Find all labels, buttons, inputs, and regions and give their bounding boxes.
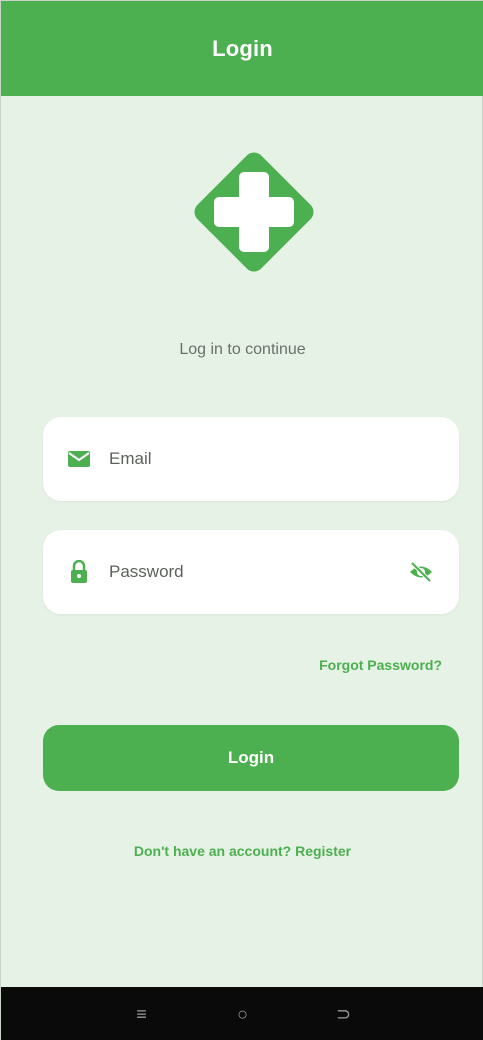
menu-icon[interactable]: ≡ [122,994,162,1034]
back-icon[interactable]: ⊃ [324,994,364,1034]
page-title: Login [212,35,273,61]
email-field[interactable]: Email [43,417,459,501]
login-button[interactable]: Login [43,725,459,791]
login-subtitle: Log in to continue [179,341,306,358]
mail-icon [67,447,91,471]
app-bar: Login [1,1,483,96]
email-placeholder: Email [109,449,152,468]
password-placeholder: Password [109,562,184,581]
forgot-password-link[interactable]: Forgot Password? [319,657,442,673]
password-field[interactable]: Password [43,530,459,614]
login-screen: Login Log in to continue Email Password … [0,0,483,1040]
register-link[interactable]: Don't have an account? Register [1,843,483,859]
lock-icon [67,560,91,584]
eye-off-icon[interactable] [407,558,435,586]
system-nav-bar: ≡ ○ ⊃ [1,987,483,1040]
medical-cross-logo [169,127,339,297]
home-icon[interactable]: ○ [223,994,263,1034]
